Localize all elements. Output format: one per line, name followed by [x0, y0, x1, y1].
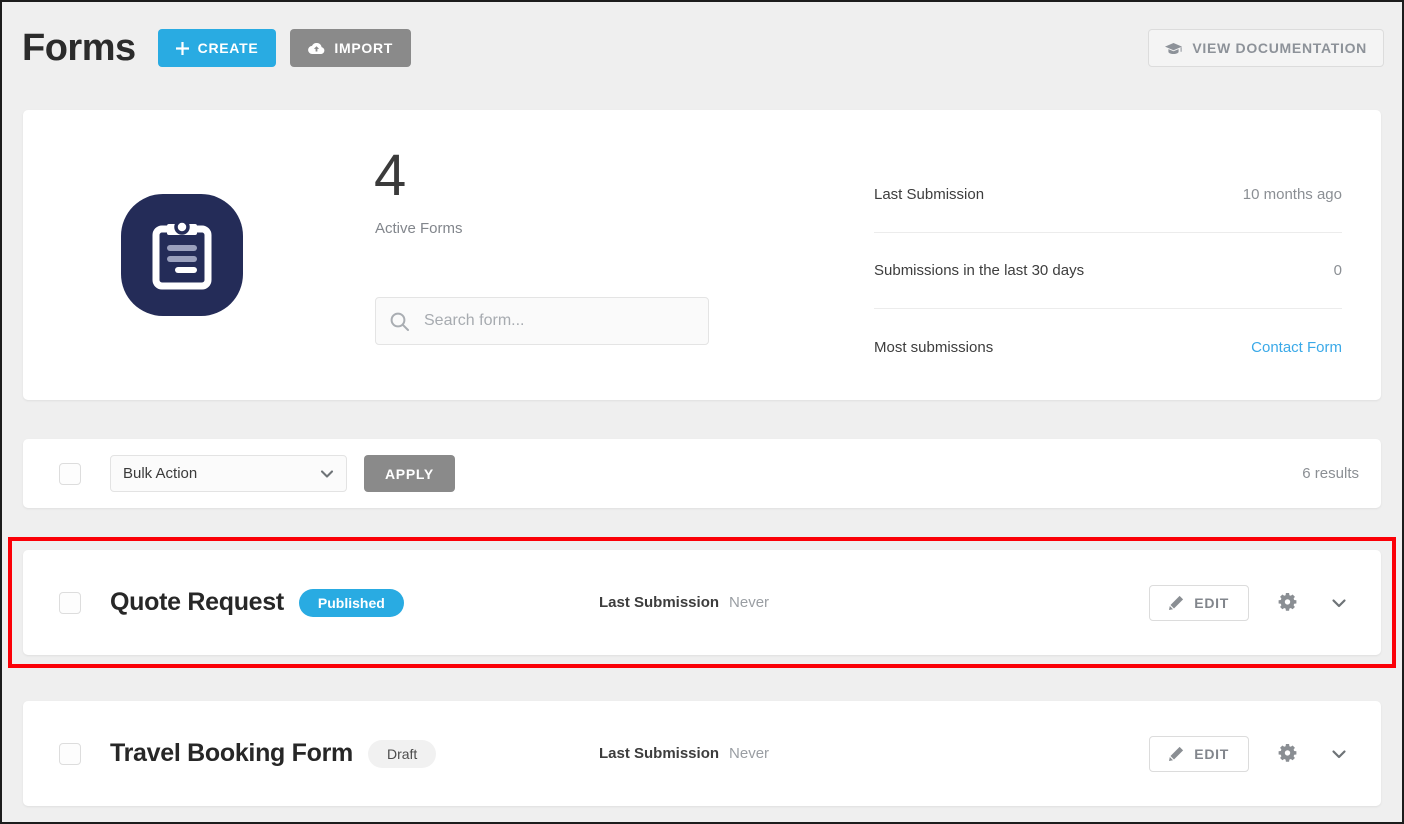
gear-icon — [1278, 744, 1297, 763]
active-forms-count: 4 — [374, 143, 407, 208]
results-count: 6 results — [1302, 465, 1359, 482]
form-row[interactable]: Travel Booking Form Draft Last Submissio… — [23, 701, 1381, 806]
plus-icon — [175, 41, 189, 55]
view-documentation-button[interactable]: VIEW DOCUMENTATION — [1148, 29, 1384, 67]
edit-button-label: EDIT — [1194, 594, 1229, 611]
form-row-checkbox[interactable] — [59, 742, 81, 765]
stat-value: 0 — [1333, 262, 1342, 279]
search-input[interactable] — [422, 311, 694, 331]
chevron-down-icon — [1329, 744, 1349, 764]
status-badge: Draft — [367, 739, 437, 768]
stat-label: Submissions in the last 30 days — [874, 262, 1085, 279]
clipboard-icon — [121, 194, 243, 316]
app-icon — [121, 194, 243, 316]
form-settings-button[interactable] — [1265, 736, 1309, 772]
create-button-label: CREATE — [197, 40, 259, 56]
bulk-action-selected-value: Bulk Action — [123, 465, 198, 482]
chevron-down-icon — [319, 466, 335, 482]
cloud-upload-icon — [308, 42, 325, 55]
edit-button-label: EDIT — [1194, 745, 1229, 762]
stat-label: Last Submission — [874, 186, 985, 203]
most-submissions-form-link[interactable]: Contact Form — [1251, 339, 1342, 356]
stat-label: Most submissions — [874, 338, 994, 356]
status-badge: Published — [298, 588, 404, 617]
expand-row-button[interactable] — [1317, 585, 1361, 621]
apply-button[interactable]: APPLY — [364, 455, 455, 492]
form-row[interactable]: Quote Request Published Last Submission … — [23, 550, 1381, 655]
last-submission-label: Last Submission — [599, 594, 720, 611]
page-title: Forms — [22, 27, 136, 69]
last-submission-value: Never — [729, 594, 770, 611]
import-button-label: IMPORT — [334, 40, 394, 56]
edit-button[interactable]: EDIT — [1149, 584, 1249, 621]
search-icon — [390, 312, 409, 331]
bulk-action-select[interactable]: Bulk Action — [110, 455, 347, 492]
graduation-cap-icon — [1165, 42, 1183, 55]
import-button[interactable]: IMPORT — [290, 29, 412, 67]
form-row-checkbox[interactable] — [59, 591, 81, 614]
forms-page: Forms CREATE IMPORT VIEW DOCUMENTATION 4… — [0, 0, 1404, 824]
expand-row-button[interactable] — [1317, 736, 1361, 772]
select-all-checkbox[interactable] — [59, 462, 81, 485]
stat-value: 10 months ago — [1242, 186, 1342, 203]
form-settings-button[interactable] — [1265, 585, 1309, 621]
page-header: Forms CREATE IMPORT VIEW DOCUMENTATION — [2, 2, 1402, 94]
summary-card: 4 Active Forms Last Submission 10 months… — [23, 110, 1381, 400]
stat-row-most-submissions: Most submissions Contact Form — [874, 309, 1342, 385]
view-documentation-label: VIEW DOCUMENTATION — [1192, 40, 1367, 56]
form-name: Travel Booking Form — [110, 739, 353, 767]
form-row-actions: EDIT — [1149, 735, 1361, 772]
form-row-actions: EDIT — [1149, 584, 1361, 621]
stat-row-last-submission: Last Submission 10 months ago — [874, 157, 1342, 233]
last-submission: Last Submission Never — [599, 745, 769, 762]
last-submission-value: Never — [729, 745, 770, 762]
active-forms-label: Active Forms — [375, 220, 463, 237]
pencil-icon — [1169, 746, 1184, 761]
form-name: Quote Request — [110, 588, 284, 616]
stat-row-submissions-30-days: Submissions in the last 30 days 0 — [874, 233, 1342, 309]
search-form-box[interactable] — [375, 297, 709, 345]
bulk-action-bar: Bulk Action APPLY 6 results — [23, 439, 1381, 508]
create-button[interactable]: CREATE — [157, 29, 277, 67]
last-submission: Last Submission Never — [599, 594, 769, 611]
edit-button[interactable]: EDIT — [1149, 735, 1249, 772]
gear-icon — [1278, 593, 1297, 612]
last-submission-label: Last Submission — [599, 745, 720, 762]
chevron-down-icon — [1329, 593, 1349, 613]
pencil-icon — [1169, 595, 1184, 610]
submission-stats-list: Last Submission 10 months ago Submission… — [874, 157, 1342, 385]
